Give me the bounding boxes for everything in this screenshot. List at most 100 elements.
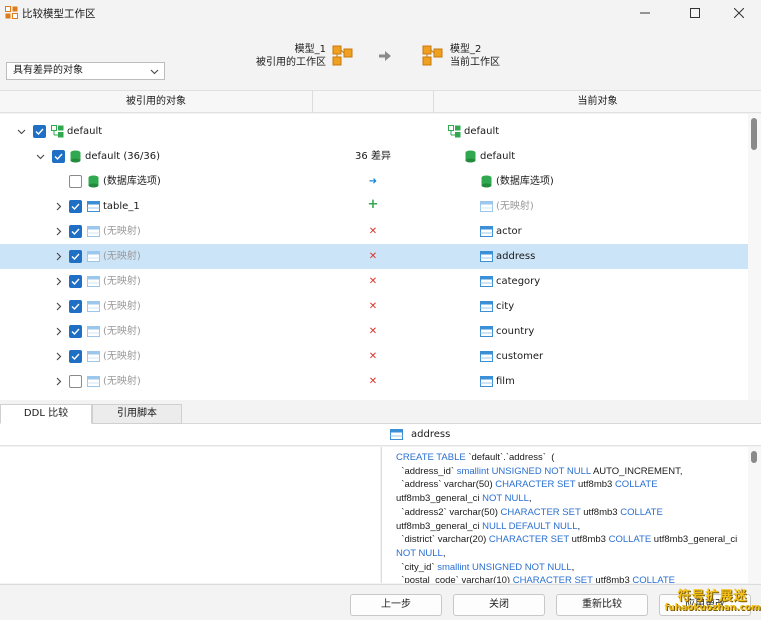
- recompare-button[interactable]: 重新比较: [556, 594, 648, 616]
- database-icon: [465, 150, 476, 163]
- tree-row-selected[interactable]: (无映射) ✕ address: [0, 244, 748, 269]
- table-icon: [87, 376, 100, 387]
- filter-dropdown[interactable]: 具有差异的对象: [6, 62, 165, 80]
- minimize-button[interactable]: [622, 0, 668, 25]
- ddl-right-pane[interactable]: CREATE TABLE `default`.`address` ( `addr…: [381, 447, 748, 583]
- target-model: 模型_2 当前工作区: [450, 43, 530, 69]
- close-window-button[interactable]: [716, 0, 761, 25]
- tree-right-label: address: [496, 251, 536, 262]
- watermark-line1: 符号扩展迷: [677, 589, 748, 604]
- maximize-button[interactable]: [672, 0, 718, 25]
- checkbox[interactable]: [69, 300, 82, 313]
- table-icon: [87, 351, 100, 362]
- model-icon: [422, 45, 443, 66]
- tree-row[interactable]: (无映射) ✕ film: [0, 369, 748, 394]
- checkbox[interactable]: [69, 225, 82, 238]
- chevron-right-icon[interactable]: [54, 277, 63, 286]
- checkbox[interactable]: [69, 350, 82, 363]
- chevron-down-icon: [150, 69, 159, 75]
- chevron-down-icon[interactable]: [17, 127, 26, 136]
- column-header-referenced[interactable]: 被引用的对象: [0, 91, 312, 113]
- checkbox[interactable]: [69, 250, 82, 263]
- window-title: 比较模型工作区: [22, 8, 96, 20]
- chevron-right-icon[interactable]: [54, 227, 63, 236]
- ddl-object-name: address: [411, 429, 451, 440]
- watermark: 符号扩展迷 fuhaokuozhan.com: [664, 584, 761, 620]
- tree-right-label: (数据库选项): [496, 176, 554, 187]
- table-icon: [480, 251, 493, 262]
- scrollbar-thumb[interactable]: [751, 451, 757, 463]
- database-icon: [88, 175, 99, 188]
- close-button[interactable]: 关闭: [453, 594, 545, 616]
- tree-left-label: (无映射): [103, 326, 141, 337]
- scrollbar-thumb[interactable]: [751, 118, 757, 150]
- chevron-right-icon[interactable]: [54, 202, 63, 211]
- tree-right-label: category: [496, 276, 541, 287]
- add-plus-icon: +: [367, 197, 379, 212]
- delete-x-icon: ✕: [368, 376, 378, 387]
- target-model-sub: 当前工作区: [450, 57, 500, 68]
- checkbox[interactable]: [69, 375, 82, 388]
- tree-row[interactable]: (无映射) ✕ actor: [0, 219, 748, 244]
- title-bar: 比较模型工作区: [0, 0, 761, 25]
- delete-x-icon: ✕: [368, 251, 378, 262]
- chevron-right-icon[interactable]: [54, 252, 63, 261]
- tree-row[interactable]: table_1 + (无映射): [0, 194, 748, 219]
- table-icon: [87, 276, 100, 287]
- chevron-down-icon[interactable]: [36, 152, 45, 161]
- tab-reference-script[interactable]: 引用脚本: [92, 404, 182, 424]
- tree-row[interactable]: (无映射) ✕ city: [0, 294, 748, 319]
- tree-right-label: country: [496, 326, 535, 337]
- table-icon: [480, 326, 493, 337]
- schema-icon: [51, 125, 64, 138]
- schema-icon: [448, 125, 461, 138]
- table-icon: [87, 326, 100, 337]
- tree-row[interactable]: default (36/36) 36 差异 default: [0, 144, 748, 169]
- tree-left-label: table_1: [103, 201, 140, 212]
- tree-row[interactable]: (无映射) ✕ country: [0, 319, 748, 344]
- tree-left-label: default: [67, 126, 103, 137]
- back-button[interactable]: 上一步: [350, 594, 442, 616]
- app-compare-icon: [5, 6, 18, 19]
- tree-row[interactable]: (数据库选项) ➜ (数据库选项): [0, 169, 748, 194]
- tree-row[interactable]: (无映射) ✕ category: [0, 269, 748, 294]
- tree-row[interactable]: (无映射) ✕ customer: [0, 344, 748, 369]
- chevron-right-icon[interactable]: [54, 327, 63, 336]
- table-icon: [87, 201, 100, 212]
- ddl-code: CREATE TABLE `default`.`address` ( `addr…: [396, 452, 740, 583]
- chevron-right-icon[interactable]: [54, 302, 63, 311]
- database-icon: [70, 150, 81, 163]
- column-header-status[interactable]: [313, 91, 433, 113]
- tab-ddl-compare[interactable]: DDL 比较: [0, 404, 92, 424]
- delete-x-icon: ✕: [368, 326, 378, 337]
- bottom-tabs: DDL 比较 引用脚本: [0, 402, 761, 424]
- tree-right-label: film: [496, 376, 515, 387]
- ddl-left-pane[interactable]: [0, 447, 380, 583]
- ddl-scrollbar[interactable]: [748, 447, 761, 583]
- checkbox[interactable]: [69, 175, 82, 188]
- column-header-current[interactable]: 当前对象: [434, 91, 761, 113]
- tree-row[interactable]: default default: [0, 119, 748, 144]
- checkbox[interactable]: [33, 125, 46, 138]
- tree-left-label: (数据库选项): [103, 176, 161, 187]
- source-model-sub: 被引用的工作区: [256, 57, 326, 68]
- tree-right-label: customer: [496, 351, 544, 362]
- tree-left-label: (无映射): [103, 276, 141, 287]
- filter-value: 具有差异的对象: [13, 65, 83, 76]
- chevron-right-icon[interactable]: [54, 377, 63, 386]
- source-model: 模型_1 被引用的工作区: [240, 43, 326, 69]
- source-model-name: 模型_1: [294, 44, 326, 55]
- tree-left-label: (无映射): [103, 376, 141, 387]
- minimize-icon: [640, 12, 650, 13]
- chevron-right-icon[interactable]: [54, 352, 63, 361]
- tree-right-label: actor: [496, 226, 522, 237]
- checkbox[interactable]: [69, 275, 82, 288]
- model-icon: [332, 45, 353, 66]
- table-icon: [480, 226, 493, 237]
- tree-left-label: (无映射): [103, 226, 141, 237]
- checkbox[interactable]: [52, 150, 65, 163]
- checkbox[interactable]: [69, 325, 82, 338]
- tree-scrollbar[interactable]: [748, 114, 761, 400]
- table-icon: [480, 351, 493, 362]
- checkbox[interactable]: [69, 200, 82, 213]
